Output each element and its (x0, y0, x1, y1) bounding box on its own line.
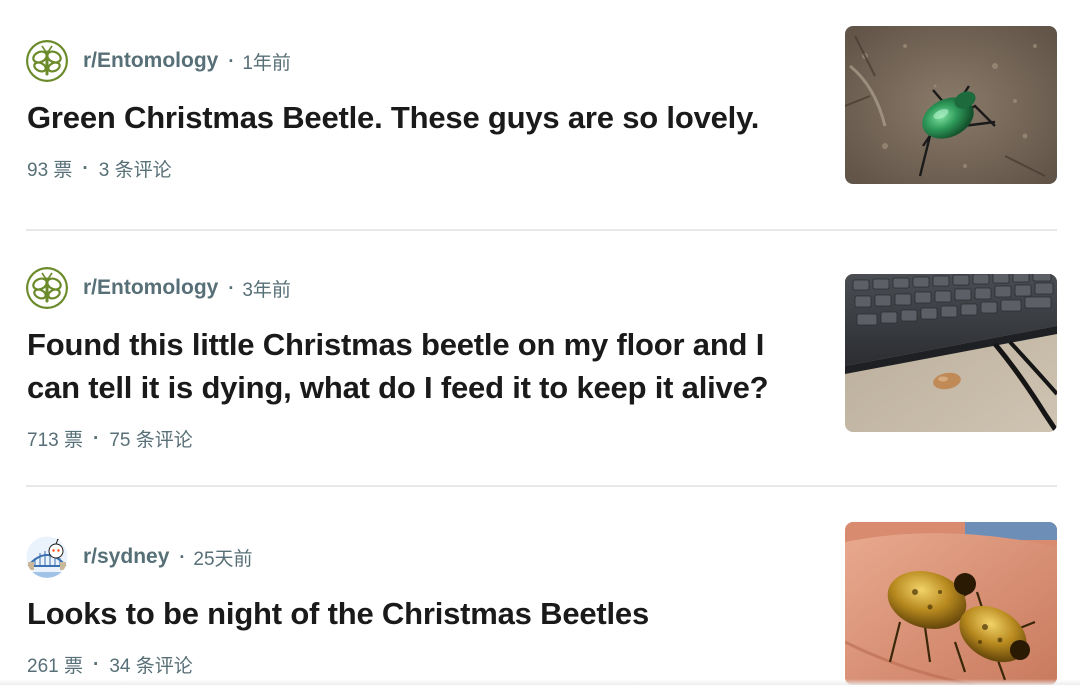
post-meta: r/Entomology · 3年前 (26, 266, 291, 310)
subreddit-link[interactable]: r/Entomology (83, 276, 218, 300)
vote-count: 261 票 (27, 656, 83, 677)
entomology-bug-icon[interactable] (26, 40, 68, 82)
meta-separator: · (228, 277, 235, 298)
post-card[interactable]: r/Entomology · 3年前 Found this little Chr… (0, 231, 1080, 486)
post-title[interactable]: Green Christmas Beetle. These guys are s… (27, 96, 817, 139)
post-time: 3年前 (242, 279, 291, 301)
post-thumbnail[interactable] (845, 26, 1057, 184)
meta-separator: · (228, 50, 235, 71)
stats-separator: · (82, 157, 89, 179)
post-meta: r/Entomology · 1年前 (26, 39, 291, 83)
post-card[interactable]: r/sydney · 25天前 Looks to be night of the… (0, 487, 1080, 685)
post-thumbnail[interactable] (845, 522, 1057, 685)
post-stats: 261 票 · 34 条评论 (27, 651, 193, 678)
vote-count: 713 票 (27, 430, 83, 451)
post-time: 1年前 (242, 52, 291, 74)
post-time: 25天前 (193, 548, 253, 570)
entomology-bug-icon[interactable] (26, 267, 68, 309)
post-title[interactable]: Found this little Christmas beetle on my… (27, 323, 817, 409)
comment-count[interactable]: 75 条评论 (109, 425, 192, 452)
beetle-beside-keyboard-image (845, 274, 1057, 432)
comment-count[interactable]: 34 条评论 (109, 651, 192, 678)
post-card[interactable]: r/Entomology · 1年前 Green Christmas Beetl… (0, 0, 1080, 230)
two-beetles-on-finger-image (845, 522, 1057, 685)
green-beetle-on-soil-image (845, 26, 1057, 184)
post-stats: 93 票 · 3 条评论 (27, 155, 172, 182)
subreddit-link[interactable]: r/Entomology (83, 49, 218, 73)
stats-separator: · (92, 653, 100, 675)
subreddit-link[interactable]: r/sydney (83, 545, 169, 569)
sydney-harbour-bridge-snoo-icon[interactable] (26, 536, 68, 578)
meta-separator: · (179, 546, 186, 567)
post-title[interactable]: Looks to be night of the Christmas Beetl… (27, 592, 817, 635)
post-stats: 713 票 · 75 条评论 (27, 425, 193, 452)
vote-count: 93 票 (27, 160, 73, 181)
post-thumbnail[interactable] (845, 274, 1057, 432)
comment-count[interactable]: 3 条评论 (99, 155, 172, 182)
stats-separator: · (92, 427, 100, 449)
post-meta: r/sydney · 25天前 (26, 535, 253, 579)
search-results-feed: r/Entomology · 1年前 Green Christmas Beetl… (0, 0, 1080, 685)
bottom-fade (0, 679, 1080, 685)
